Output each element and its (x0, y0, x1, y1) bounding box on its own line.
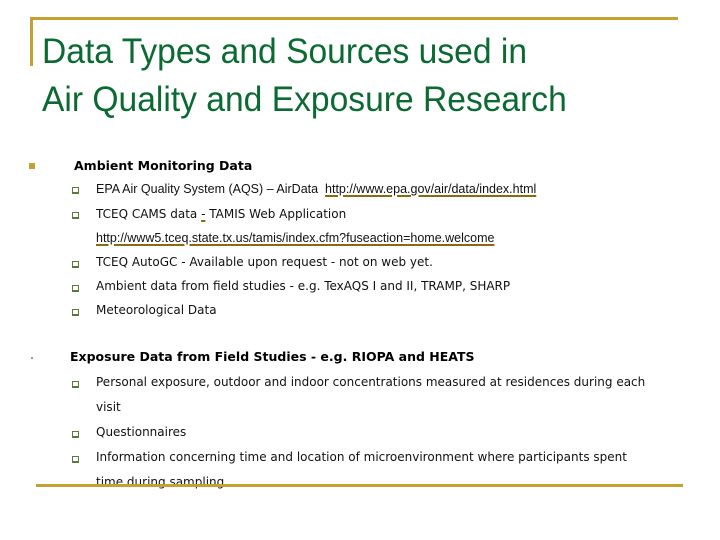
hollow-square-bullet-icon (72, 261, 79, 268)
section-heading-ambient: Ambient Monitoring Data (74, 158, 253, 173)
hollow-square-bullet-icon (72, 456, 79, 463)
hollow-square-bullet-icon (72, 431, 79, 438)
dot-bullet-icon (31, 357, 33, 359)
slide: Data Types and Sources used in Air Quali… (0, 0, 720, 540)
title-line-1: Data Types and Sources used in (42, 32, 528, 71)
list-item-questionnaires: Questionnaires (96, 425, 187, 439)
hollow-square-bullet-icon (72, 212, 79, 219)
hollow-square-bullet-icon (72, 309, 79, 316)
list-item-meteorological: Meteorological Data (96, 303, 217, 317)
title-rule-left (30, 17, 33, 66)
square-bullet-icon (29, 163, 35, 169)
list-item-personal-exposure: Personal exposure, outdoor and indoor co… (96, 375, 646, 389)
list-item-epa-aqs: EPA Air Quality System (AQS) – AirData h… (96, 182, 536, 196)
section-heading-exposure: Exposure Data from Field Studies - e.g. … (70, 349, 475, 364)
list-item-continuation: visit (96, 400, 121, 414)
hollow-square-bullet-icon (72, 381, 79, 388)
list-item-field-studies: Ambient data from field studies - e.g. T… (96, 279, 511, 293)
epa-airdata-link[interactable]: http://www.epa.gov/air/data/index.html (325, 182, 536, 196)
list-item-time-location: Information concerning time and location… (96, 450, 627, 464)
hollow-square-bullet-icon (72, 285, 79, 292)
title-rule-top (30, 17, 678, 20)
footer-rule (36, 484, 683, 487)
list-item-tceq-autogc: TCEQ AutoGC - Available upon request - n… (96, 255, 433, 269)
tamis-link[interactable]: http://www5.tceq.state.tx.us/tamis/index… (96, 231, 494, 245)
list-item-text: TCEQ CAMS data (96, 207, 202, 221)
list-item-text: EPA Air Quality System (AQS) – AirData (96, 182, 319, 196)
list-item-continuation: http://www5.tceq.state.tx.us/tamis/index… (96, 231, 494, 245)
title-line-2: Air Quality and Exposure Research (42, 80, 567, 119)
list-item-tceq-cams: TCEQ CAMS data - TAMIS Web Application (96, 207, 346, 221)
list-item-text-after: TAMIS Web Application (205, 207, 347, 221)
slide-title: Data Types and Sources used in Air Quali… (42, 28, 676, 124)
hollow-square-bullet-icon (72, 187, 79, 194)
